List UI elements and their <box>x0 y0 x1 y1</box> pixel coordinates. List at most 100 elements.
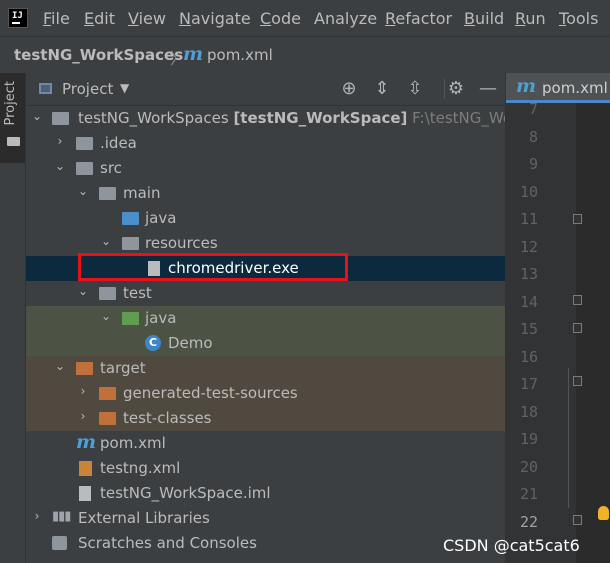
chevron-right-icon[interactable]: › <box>30 509 44 527</box>
menu-build[interactable]: Build <box>464 9 504 28</box>
line-number: 13 <box>519 265 538 283</box>
line-number: 17 <box>519 375 538 393</box>
tree-item-label: test <box>123 284 152 302</box>
chevron-down-icon[interactable]: ⌄ <box>99 234 113 252</box>
editor-pane: m pom.xml 7 8 9 10 11 12 13 14 15 16 17 18 19 20 21 22 <box>505 73 610 563</box>
menu-run[interactable]: Run <box>515 9 546 28</box>
fold-marker-icon[interactable] <box>573 295 582 305</box>
module-file-icon <box>76 486 94 501</box>
menu-view[interactable]: View <box>128 9 166 28</box>
tree-item-external-libraries[interactable]: › ▮▮▮ External Libraries <box>26 506 505 531</box>
intellij-logo-icon: IJ <box>8 8 28 28</box>
tree-item-main[interactable]: ⌄ main <box>26 181 505 206</box>
menu-refactor[interactable]: Refactor <box>385 9 452 28</box>
maven-icon: m <box>516 75 537 97</box>
tree-item-idea[interactable]: › .idea <box>26 131 505 156</box>
excluded-folder-icon <box>99 386 117 401</box>
tree-item-label: pom.xml <box>100 434 166 452</box>
chevron-right-icon[interactable]: › <box>53 134 67 152</box>
editor-tab-pom[interactable]: m pom.xml <box>506 73 610 103</box>
tree-item-generated-test-sources[interactable]: › generated-test-sources <box>26 381 505 406</box>
chevron-down-icon[interactable]: ⌄ <box>30 109 44 127</box>
folder-icon <box>76 136 94 151</box>
lightbulb-icon[interactable] <box>598 506 609 520</box>
project-panel: Project ▼ ⊕ ⇕ ⇳ ⚙ — ⌄ testNG_WorkSpaces … <box>26 73 527 563</box>
menu-navigate[interactable]: Navigate <box>179 9 251 28</box>
tree-item-label: java <box>145 209 177 227</box>
folder-icon <box>76 161 94 176</box>
folder-icon <box>7 137 20 146</box>
scratches-icon <box>52 536 70 551</box>
chevron-down-icon[interactable]: ⌄ <box>53 159 67 177</box>
tree-item-target[interactable]: ⌄ target <box>26 356 505 381</box>
line-number: 9 <box>528 155 538 173</box>
tree-item-testng[interactable]: testng.xml <box>26 456 505 481</box>
line-number: 8 <box>528 127 538 146</box>
tool-window-strip: Project <box>0 73 26 563</box>
chevron-down-icon[interactable]: ⌄ <box>99 309 113 327</box>
libraries-icon: ▮▮▮ <box>52 509 71 524</box>
tree-item-label: testNG_WorkSpace.iml <box>100 484 271 502</box>
panel-title[interactable]: Project <box>62 80 113 98</box>
tree-item-iml[interactable]: testNG_WorkSpace.iml <box>26 481 505 506</box>
menu-file[interactable]: File <box>43 9 70 28</box>
fold-marker-icon[interactable] <box>573 376 582 386</box>
breadcrumb-file[interactable]: pom.xml <box>207 46 273 64</box>
tree-item-demo[interactable]: C Demo <box>26 331 505 356</box>
project-view-icon <box>39 83 52 94</box>
tree-item-test-java[interactable]: ⌄ java <box>26 306 505 331</box>
tree-item-main-java[interactable]: java <box>26 206 505 231</box>
tree-item-label: testng.xml <box>100 459 181 477</box>
chevron-down-icon[interactable]: ⌄ <box>76 184 90 202</box>
line-number: 12 <box>519 237 538 256</box>
menu-code[interactable]: Code <box>260 9 301 28</box>
tree-item-label: generated-test-sources <box>123 384 298 402</box>
tree-item-test-classes[interactable]: › test-classes <box>26 406 505 431</box>
maven-icon: m <box>76 431 97 453</box>
breadcrumb-project[interactable]: testNG_WorkSpaces <box>14 46 183 64</box>
test-folder-icon <box>122 311 140 326</box>
gear-icon[interactable]: ⚙ <box>444 77 468 101</box>
fold-marker-icon[interactable] <box>573 214 582 224</box>
tree-item-label: main <box>123 184 161 202</box>
chevron-down-icon[interactable]: ⌄ <box>53 359 67 377</box>
tree-item-scratches[interactable]: Scratches and Consoles <box>26 531 505 556</box>
menu-tools[interactable]: Tools <box>559 9 598 28</box>
resources-folder-icon <box>122 236 140 251</box>
tree-item-label: Demo <box>168 334 213 352</box>
project-panel-header: Project ▼ ⊕ ⇕ ⇳ ⚙ — <box>26 73 505 106</box>
class-icon: C <box>145 335 163 351</box>
annotation-highlight-box <box>78 253 348 281</box>
expand-all-icon[interactable]: ⇕ <box>370 77 394 101</box>
tree-item-pom[interactable]: m pom.xml <box>26 431 505 456</box>
menu-edit[interactable]: Edit <box>84 9 115 28</box>
tree-item-label: .idea <box>100 134 137 152</box>
menu-analyze[interactable]: Analyze <box>314 9 377 28</box>
locate-icon[interactable]: ⊕ <box>337 77 361 101</box>
project-tool-label: Project <box>3 81 18 126</box>
folder-icon <box>99 286 117 301</box>
line-number: 14 <box>519 292 538 311</box>
breadcrumb: testNG_WorkSpaces 〉 m pom.xml <box>0 36 610 74</box>
hide-icon[interactable]: — <box>476 77 500 101</box>
line-number: 19 <box>519 430 538 448</box>
chevron-right-icon[interactable]: › <box>76 384 90 402</box>
project-tool-tab[interactable]: Project <box>0 73 25 163</box>
tree-item-root[interactable]: ⌄ testNG_WorkSpaces [testNG_WorkSpace] F… <box>26 106 527 131</box>
fold-marker-icon[interactable] <box>573 323 582 333</box>
tree-item-label: Scratches and Consoles <box>78 534 257 552</box>
line-number: 21 <box>519 485 538 503</box>
collapse-all-icon[interactable]: ⇳ <box>403 77 427 101</box>
tree-item-src[interactable]: ⌄ src <box>26 156 505 181</box>
line-number: 20 <box>519 457 538 476</box>
watermark: CSDN @cat5cat6 <box>443 536 580 555</box>
tree-item-label: External Libraries <box>78 509 210 527</box>
tree-item-test[interactable]: ⌄ test <box>26 281 505 306</box>
excluded-folder-icon <box>99 411 117 426</box>
chevron-down-icon[interactable]: ▼ <box>120 81 129 95</box>
chevron-down-icon[interactable]: ⌄ <box>76 284 90 302</box>
xml-file-icon <box>76 461 94 476</box>
fold-marker-icon[interactable] <box>573 515 582 525</box>
line-number: 16 <box>519 347 538 366</box>
chevron-right-icon[interactable]: › <box>76 409 90 427</box>
